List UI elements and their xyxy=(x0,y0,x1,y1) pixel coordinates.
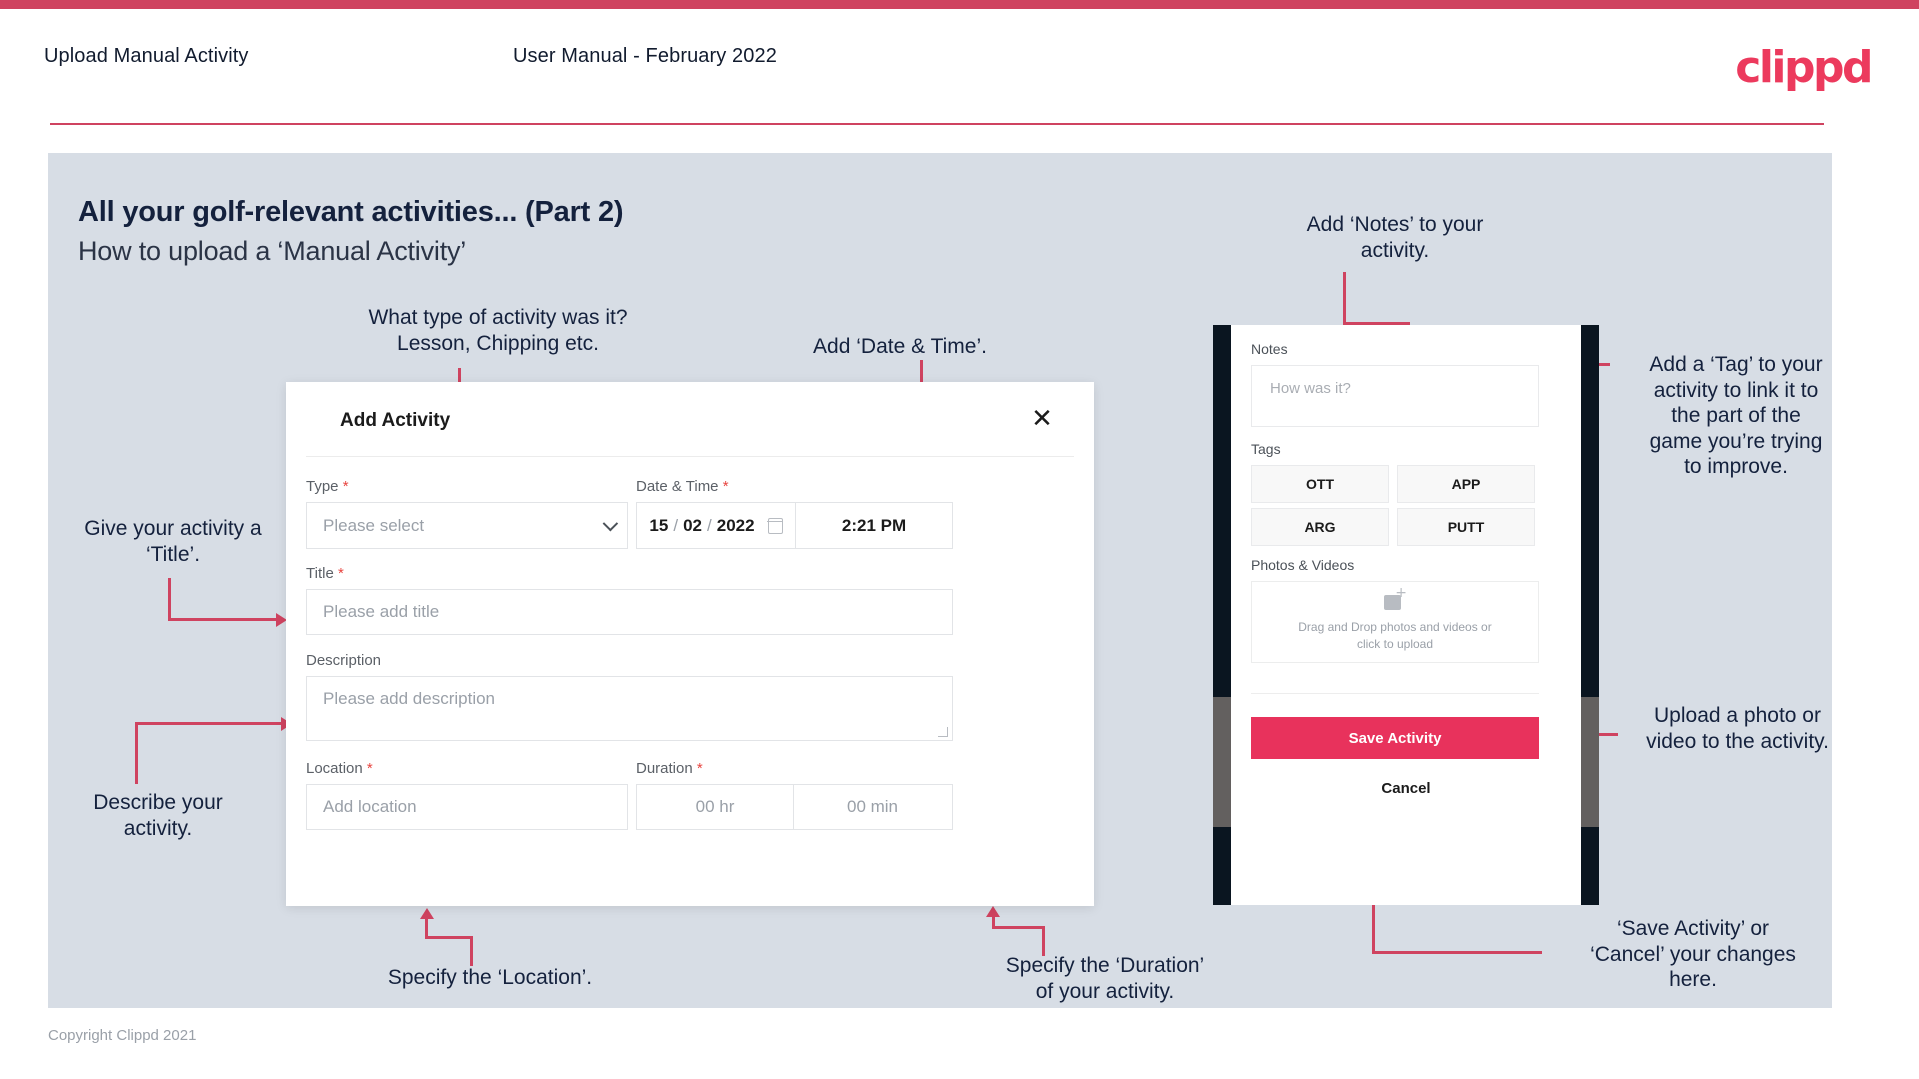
connector-save-2 xyxy=(1372,951,1542,954)
location-label-text: Location xyxy=(306,760,363,777)
dialog-title: Add Activity xyxy=(340,410,451,431)
close-icon[interactable]: ✕ xyxy=(1026,402,1058,434)
annotation-datetime: Add ‘Date & Time’. xyxy=(813,335,987,358)
datetime-group: 15 / 02 / 2022 2:21 PM xyxy=(636,502,953,549)
annotation-description: Describe your activity. xyxy=(93,791,223,840)
phone-bezel-left xyxy=(1213,325,1231,905)
phone-bezel-right xyxy=(1581,325,1599,905)
add-activity-dialog: Add Activity ✕ Type * Please select Date… xyxy=(286,382,1094,906)
duration-hours-input[interactable]: 00 hr xyxy=(637,785,794,829)
connector-notes-1 xyxy=(1343,272,1346,324)
type-label-text: Type xyxy=(306,478,339,495)
tag-ott[interactable]: OTT xyxy=(1251,465,1389,503)
date-month: 02 xyxy=(683,515,702,535)
notes-label: Notes xyxy=(1251,341,1288,357)
type-placeholder: Please select xyxy=(323,515,425,535)
annotation-type: What type of activity was it? Lesson, Ch… xyxy=(368,306,628,355)
tag-arg[interactable]: ARG xyxy=(1251,508,1389,546)
connector-loc-arrow xyxy=(420,908,434,919)
location-placeholder: Add location xyxy=(323,797,417,816)
annotation-tags: Add a ‘Tag’ to your activity to link it … xyxy=(1649,353,1823,479)
tag-app[interactable]: APP xyxy=(1397,465,1535,503)
dialog-divider xyxy=(306,456,1074,457)
annotation-notes: Add ‘Notes’ to your activity. xyxy=(1306,213,1484,262)
save-activity-button[interactable]: Save Activity xyxy=(1251,717,1539,759)
location-label: Location * xyxy=(306,760,373,777)
photo-dropzone[interactable]: Drag and Drop photos and videos or click… xyxy=(1251,581,1539,663)
cancel-button[interactable]: Cancel xyxy=(1231,780,1581,797)
date-year: 2022 xyxy=(716,515,755,535)
connector-desc-2 xyxy=(135,722,283,725)
description-textarea[interactable]: Please add description xyxy=(306,676,953,741)
slide-subtitle: How to upload a ‘Manual Activity’ xyxy=(78,236,467,266)
connector-dur-arrow xyxy=(986,906,1000,917)
header-title: Upload Manual Activity xyxy=(44,45,249,67)
connector-loc-3 xyxy=(425,918,428,938)
duration-label-text: Duration xyxy=(636,760,693,777)
resize-handle-icon[interactable] xyxy=(938,727,948,737)
annotation-title: Give your activity a ‘Title’. xyxy=(84,517,262,566)
phone-screen: Notes How was it? Tags OTT APP ARG PUTT … xyxy=(1231,325,1581,905)
connector-desc-1 xyxy=(135,722,138,784)
add-image-icon xyxy=(1384,586,1407,611)
description-label: Description xyxy=(306,652,382,669)
tags-label: Tags xyxy=(1251,441,1281,457)
title-input[interactable]: Please add title xyxy=(306,589,953,635)
top-accent-bar xyxy=(0,0,1919,9)
title-label-text: Title xyxy=(306,565,334,582)
datetime-label: Date & Time * xyxy=(636,478,729,495)
notes-textarea[interactable]: How was it? xyxy=(1251,365,1539,427)
location-input[interactable]: Add location xyxy=(306,784,628,830)
slide-page: Upload Manual Activity User Manual - Feb… xyxy=(0,0,1919,1079)
bezel-left-segment xyxy=(1213,697,1231,827)
duration-required-mark: * xyxy=(696,760,703,777)
date-sep-1: / xyxy=(673,515,679,535)
date-input[interactable]: 15 / 02 / 2022 xyxy=(637,503,796,548)
time-input[interactable]: 2:21 PM xyxy=(796,503,952,548)
phone-mockup: Notes How was it? Tags OTT APP ARG PUTT … xyxy=(1213,325,1599,905)
dropzone-line-1: Drag and Drop photos and videos or xyxy=(1298,620,1492,635)
clippd-logo: clippd xyxy=(1735,42,1873,93)
notes-placeholder: How was it? xyxy=(1270,380,1351,397)
type-label: Type * xyxy=(306,478,349,495)
type-select[interactable]: Please select xyxy=(306,502,628,549)
calendar-icon[interactable] xyxy=(766,517,783,534)
title-placeholder: Please add title xyxy=(323,602,440,621)
connector-loc-2 xyxy=(425,936,473,939)
connector-title-2 xyxy=(168,618,278,621)
dropzone-text: Drag and Drop photos and videos or click… xyxy=(1298,619,1491,651)
annotation-duration: Specify the ‘Duration’ of your activity. xyxy=(1005,954,1205,1003)
title-label: Title * xyxy=(306,565,344,582)
photos-label: Photos & Videos xyxy=(1251,557,1355,573)
duration-minutes-input[interactable]: 00 min xyxy=(794,785,951,829)
annotation-upload: Upload a photo or video to the activity. xyxy=(1646,704,1829,753)
type-required-mark: * xyxy=(342,478,349,495)
tag-putt[interactable]: PUTT xyxy=(1397,508,1535,546)
header-subtitle: User Manual - February 2022 xyxy=(513,45,777,67)
connector-dur-3 xyxy=(992,916,995,928)
copyright-footer: Copyright Clippd 2021 xyxy=(48,1027,197,1044)
date-day: 15 xyxy=(649,515,669,535)
duration-label: Duration * xyxy=(636,760,703,777)
phone-divider xyxy=(1251,693,1539,694)
connector-loc-1 xyxy=(470,938,473,966)
slide-title: All your golf-relevant activities... (Pa… xyxy=(78,196,624,228)
connector-dur-2 xyxy=(992,926,1045,929)
dropzone-line-2: click to upload xyxy=(1356,636,1434,651)
description-placeholder: Please add description xyxy=(323,689,496,708)
connector-dur-1 xyxy=(1042,928,1045,956)
annotation-save: ‘Save Activity’ or ‘Cancel’ your changes… xyxy=(1590,917,1796,992)
chevron-down-icon xyxy=(602,515,619,531)
duration-group: 00 hr 00 min xyxy=(636,784,953,830)
datetime-label-text: Date & Time xyxy=(636,478,719,495)
header-divider xyxy=(50,123,1824,125)
annotation-location: Specify the ‘Location’. xyxy=(387,966,593,989)
connector-title-1 xyxy=(168,578,171,621)
datetime-required-mark: * xyxy=(722,478,729,495)
title-required-mark: * xyxy=(337,565,344,582)
bezel-right-segment xyxy=(1581,697,1599,827)
date-sep-2: / xyxy=(707,515,712,535)
location-required-mark: * xyxy=(366,760,373,777)
